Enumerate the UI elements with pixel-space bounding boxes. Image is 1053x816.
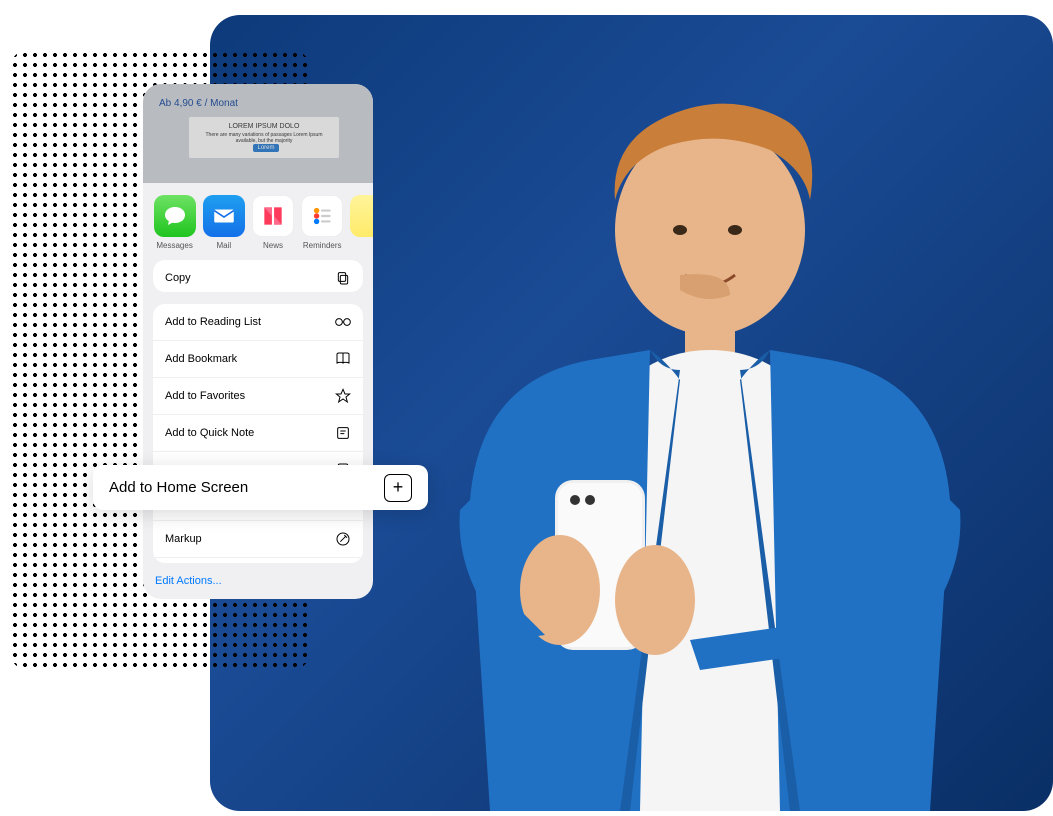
- site-preview: Ab 4,90 € / Monat LOREM IPSUM DOLO There…: [143, 84, 373, 183]
- mail-label: Mail: [216, 241, 231, 250]
- news-label: News: [263, 241, 283, 250]
- notes-icon: [350, 195, 373, 237]
- person-illustration: [390, 80, 1030, 811]
- preview-button[interactable]: Lorem: [253, 144, 278, 152]
- add-to-home-screen-label: Add to Home Screen: [109, 479, 248, 496]
- messages-icon: [154, 195, 196, 237]
- share-apps-row: Messages Mail News Reminders: [143, 183, 373, 260]
- preview-card: LOREM IPSUM DOLO There are many variatio…: [189, 117, 339, 158]
- share-app-messages[interactable]: Messages: [153, 195, 196, 250]
- share-app-mail[interactable]: Mail: [202, 195, 245, 250]
- action-markup[interactable]: Markup: [153, 521, 363, 558]
- action-group-copy: Copy: [153, 260, 363, 292]
- action-copy[interactable]: Copy: [153, 260, 363, 292]
- markup-icon: [335, 531, 351, 547]
- news-icon: [252, 195, 294, 237]
- reading-list-label: Add to Reading List: [165, 316, 261, 328]
- edit-actions-link[interactable]: Edit Actions...: [143, 575, 373, 599]
- reminders-icon: [301, 195, 343, 237]
- quick-note-label: Add to Quick Note: [165, 427, 254, 439]
- mail-icon: [203, 195, 245, 237]
- star-icon: [335, 388, 351, 404]
- action-reading-list[interactable]: Add to Reading List: [153, 304, 363, 341]
- preview-card-body: There are many variations of passages Lo…: [195, 132, 333, 144]
- reminders-label: Reminders: [303, 241, 342, 250]
- note-icon: [335, 425, 351, 441]
- copy-icon: [335, 270, 351, 286]
- action-quick-note[interactable]: Add to Quick Note: [153, 415, 363, 452]
- copy-label: Copy: [165, 272, 191, 284]
- share-app-notes[interactable]: [350, 195, 373, 250]
- messages-label: Messages: [156, 241, 192, 250]
- favorites-label: Add to Favorites: [165, 390, 245, 402]
- action-print[interactable]: Print: [153, 558, 363, 563]
- share-app-news[interactable]: News: [251, 195, 294, 250]
- action-bookmark[interactable]: Add Bookmark: [153, 341, 363, 378]
- glasses-icon: [335, 314, 351, 330]
- action-favorites[interactable]: Add to Favorites: [153, 378, 363, 415]
- phone-share-sheet: Ab 4,90 € / Monat LOREM IPSUM DOLO There…: [143, 84, 373, 599]
- bookmark-label: Add Bookmark: [165, 353, 237, 365]
- preview-card-title: LOREM IPSUM DOLO: [195, 123, 333, 130]
- share-app-reminders[interactable]: Reminders: [301, 195, 344, 250]
- book-icon: [335, 351, 351, 367]
- preview-price: Ab 4,90 € / Monat: [159, 98, 357, 109]
- add-to-home-screen-callout[interactable]: Add to Home Screen +: [93, 465, 428, 510]
- markup-label: Markup: [165, 533, 202, 545]
- plus-square-icon: +: [384, 474, 412, 502]
- action-group-main: Add to Reading List Add Bookmark Add to …: [153, 304, 363, 563]
